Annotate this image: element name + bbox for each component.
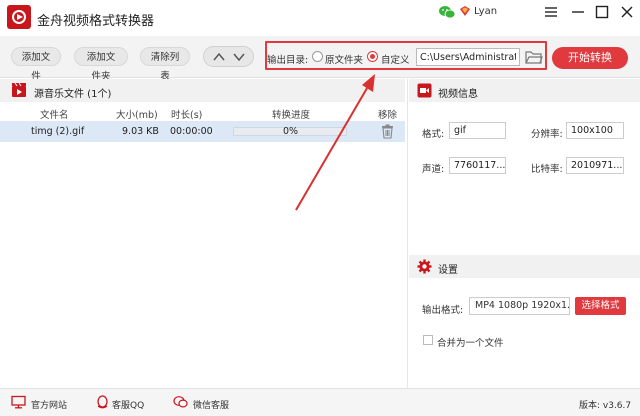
output-path-input[interactable] bbox=[416, 48, 520, 66]
table-row[interactable]: timg (2).gif 9.03 KB 00:00:00 0% bbox=[0, 121, 405, 142]
user-name[interactable]: Lyan bbox=[474, 6, 497, 17]
merge-checkbox[interactable] bbox=[423, 335, 433, 345]
file-size: 9.03 KB bbox=[122, 126, 159, 137]
video-info-header: 视频信息 bbox=[409, 79, 640, 102]
add-file-button[interactable]: 添加文件 bbox=[11, 47, 61, 82]
film-clapper-icon bbox=[12, 82, 26, 97]
folder-open-icon[interactable] bbox=[525, 49, 543, 65]
qq-support-link[interactable]: 客服QQ bbox=[112, 398, 144, 411]
column-header-progress: 转换进度 bbox=[272, 110, 311, 121]
output-format-value[interactable]: MP4 1080p 1920x1... bbox=[469, 297, 570, 315]
qq-penguin-icon bbox=[97, 395, 108, 409]
start-convert-button[interactable]: 开始转换 bbox=[552, 47, 628, 69]
resolution-label: 分辨率: bbox=[531, 129, 563, 140]
panel-divider bbox=[407, 79, 408, 388]
app-logo-icon bbox=[7, 5, 31, 29]
title-bar: 金舟视频格式转换器 Lyan bbox=[0, 0, 640, 36]
gear-icon bbox=[417, 259, 432, 274]
column-header-duration: 时长(s) bbox=[171, 110, 203, 121]
settings-title: 设置 bbox=[438, 265, 458, 276]
output-dir-label: 输出目录: bbox=[267, 55, 309, 66]
maximize-icon[interactable] bbox=[594, 4, 610, 20]
file-duration: 00:00:00 bbox=[170, 126, 213, 137]
channel-value: 7760117... bbox=[449, 157, 506, 174]
column-header-remove: 移除 bbox=[378, 110, 398, 121]
output-format-label: 输出格式: bbox=[422, 305, 464, 316]
wechat-icon[interactable] bbox=[439, 5, 455, 19]
file-list-title: 源音乐文件 (1个) bbox=[34, 89, 112, 100]
move-order-group bbox=[203, 46, 254, 67]
file-name: timg (2).gif bbox=[31, 126, 85, 137]
chevron-down-icon[interactable] bbox=[231, 49, 247, 65]
official-website-link[interactable]: 官方网站 bbox=[31, 398, 67, 411]
trash-icon[interactable] bbox=[381, 124, 394, 139]
merge-label[interactable]: 合并为一个文件 bbox=[437, 335, 504, 349]
video-info-title: 视频信息 bbox=[438, 89, 478, 100]
settings-header: 设置 bbox=[409, 255, 640, 278]
wechat-support-icon bbox=[173, 396, 188, 408]
wechat-support-link[interactable]: 微信客服 bbox=[193, 398, 229, 411]
resolution-value: 100x100 bbox=[566, 122, 624, 139]
bitrate-value: 2010971... bbox=[566, 157, 624, 174]
video-camera-icon bbox=[417, 83, 432, 98]
app-title: 金舟视频格式转换器 bbox=[37, 14, 155, 29]
format-label: 格式: bbox=[422, 129, 445, 140]
clear-list-button[interactable]: 清除列表 bbox=[140, 47, 190, 82]
minimize-icon[interactable] bbox=[570, 4, 586, 20]
file-list-header: 源音乐文件 (1个) bbox=[0, 79, 405, 102]
radio-custom-label[interactable]: 自定义 bbox=[381, 52, 410, 66]
choose-format-button[interactable]: 选择格式 bbox=[575, 297, 626, 315]
menu-icon[interactable] bbox=[543, 4, 559, 20]
progress-percent: 0% bbox=[283, 126, 299, 137]
radio-custom-folder[interactable] bbox=[367, 51, 378, 62]
bitrate-label: 比特率: bbox=[531, 164, 563, 175]
radio-original-folder[interactable] bbox=[312, 51, 323, 62]
close-icon[interactable] bbox=[619, 4, 635, 20]
format-value: gif bbox=[449, 122, 506, 139]
column-header-filename: 文件名 bbox=[40, 110, 69, 121]
toolbar: 添加文件 添加文件夹 清除列表 输出目录: 原文件夹 自定义 开始转换 bbox=[0, 36, 640, 82]
column-header-size: 大小(mb) bbox=[116, 110, 158, 121]
monitor-icon bbox=[11, 395, 26, 409]
vip-badge-icon bbox=[460, 6, 470, 16]
status-bar: 官方网站 客服QQ 微信客服 版本: v3.6.7 bbox=[0, 388, 640, 416]
chevron-up-icon[interactable] bbox=[211, 49, 227, 65]
add-folder-button[interactable]: 添加文件夹 bbox=[74, 47, 128, 82]
radio-original-label[interactable]: 原文件夹 bbox=[325, 52, 363, 66]
version-label: 版本: v3.6.7 bbox=[579, 401, 632, 411]
channel-label: 声道: bbox=[422, 164, 445, 175]
